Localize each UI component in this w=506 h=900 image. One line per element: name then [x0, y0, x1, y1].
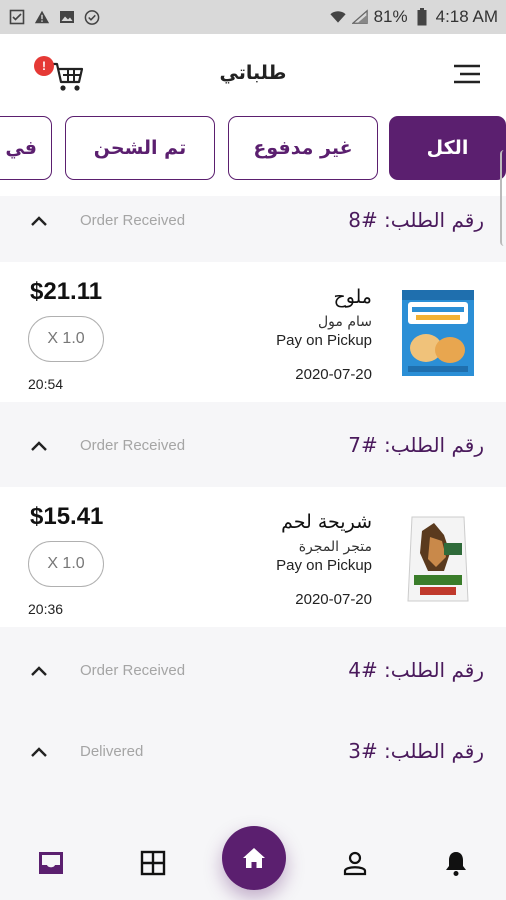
store-name: سام مول	[317, 314, 372, 330]
order-time: 20:36	[28, 601, 64, 617]
wifi-icon	[329, 9, 346, 25]
order-time: 20:54	[28, 376, 64, 392]
payment-method: Pay on Pickup	[276, 557, 372, 574]
order-header[interactable]: Order Received رقم الطلب: #8	[0, 196, 506, 252]
payment-method: Pay on Pickup	[276, 332, 372, 349]
check-circle-icon	[84, 9, 100, 25]
bell-icon	[446, 852, 466, 876]
order-item-card[interactable]: $21.11 X 1.0 20:54 ملوح سام مول Pay on P…	[0, 262, 506, 402]
image-icon	[59, 9, 75, 25]
menu-icon	[454, 64, 480, 84]
item-price: $15.41	[30, 503, 104, 530]
tab-all[interactable]: الكل	[389, 116, 506, 180]
quantity-pill: X 1.0	[28, 541, 104, 587]
grid-icon	[140, 850, 166, 876]
order-status: Order Received	[80, 662, 186, 679]
order-header[interactable]: Order Received رقم الطلب: #7	[0, 421, 506, 477]
home-button[interactable]	[222, 826, 286, 890]
user-icon	[343, 851, 367, 876]
product-name: ملوح	[333, 286, 372, 308]
filter-tabs: الكل غير مدفوع تم الشحن في	[0, 116, 506, 196]
store-name: متجر المجرة	[298, 539, 372, 555]
order-date: 2020-07-20	[295, 591, 372, 608]
order-number: رقم الطلب: #7	[348, 433, 484, 457]
order-number: رقم الطلب: #3	[348, 739, 484, 763]
tab-unpaid[interactable]: غير مدفوع	[228, 116, 378, 180]
tab-shipped[interactable]: تم الشحن	[65, 116, 215, 180]
warning-icon	[34, 9, 50, 25]
order-number: رقم الطلب: #4	[348, 658, 484, 682]
nav-profile[interactable]	[340, 848, 370, 878]
dog-food-bag-image	[407, 516, 469, 602]
order-status: Order Received	[80, 212, 186, 229]
order-header[interactable]: Order Received رقم الطلب: #4	[0, 646, 506, 702]
page-title: طلباتي	[219, 62, 287, 84]
order-status: Delivered	[80, 743, 144, 760]
chevron-up-icon[interactable]	[28, 662, 50, 680]
tab-partial[interactable]: في	[0, 116, 52, 180]
signal-icon	[351, 9, 368, 25]
home-icon	[243, 848, 265, 868]
battery-icon	[414, 8, 430, 26]
nav-notifications[interactable]	[441, 848, 471, 878]
clock: 4:18 AM	[435, 7, 498, 26]
item-price: $21.11	[30, 278, 103, 305]
chevron-up-icon[interactable]	[28, 743, 50, 761]
inbox-icon	[39, 852, 63, 874]
chevron-up-icon[interactable]	[28, 212, 50, 230]
product-name: شريحة لحم	[281, 511, 372, 533]
order-date: 2020-07-20	[295, 366, 372, 383]
order-header[interactable]: Delivered رقم الطلب: #3	[0, 727, 506, 783]
battery-percent: 81%	[373, 7, 408, 26]
order-status: Order Received	[80, 437, 186, 454]
bottom-nav	[0, 826, 506, 900]
checklist-icon	[9, 9, 25, 25]
menu-button[interactable]	[452, 63, 482, 85]
orders-screen: 81% 4:18 AM ! طلباتي الكل غير مدفوع تم ا…	[0, 0, 506, 900]
nav-orders[interactable]	[36, 848, 66, 878]
chevron-up-icon[interactable]	[28, 437, 50, 455]
nav-categories[interactable]	[138, 848, 168, 878]
quantity-pill: X 1.0	[28, 316, 104, 362]
rusks-box-image	[402, 290, 474, 376]
order-number: رقم الطلب: #8	[348, 208, 484, 232]
status-bar: 81% 4:18 AM	[0, 0, 506, 34]
order-item-card[interactable]: $15.41 X 1.0 20:36 شريحة لحم متجر المجرة…	[0, 487, 506, 627]
